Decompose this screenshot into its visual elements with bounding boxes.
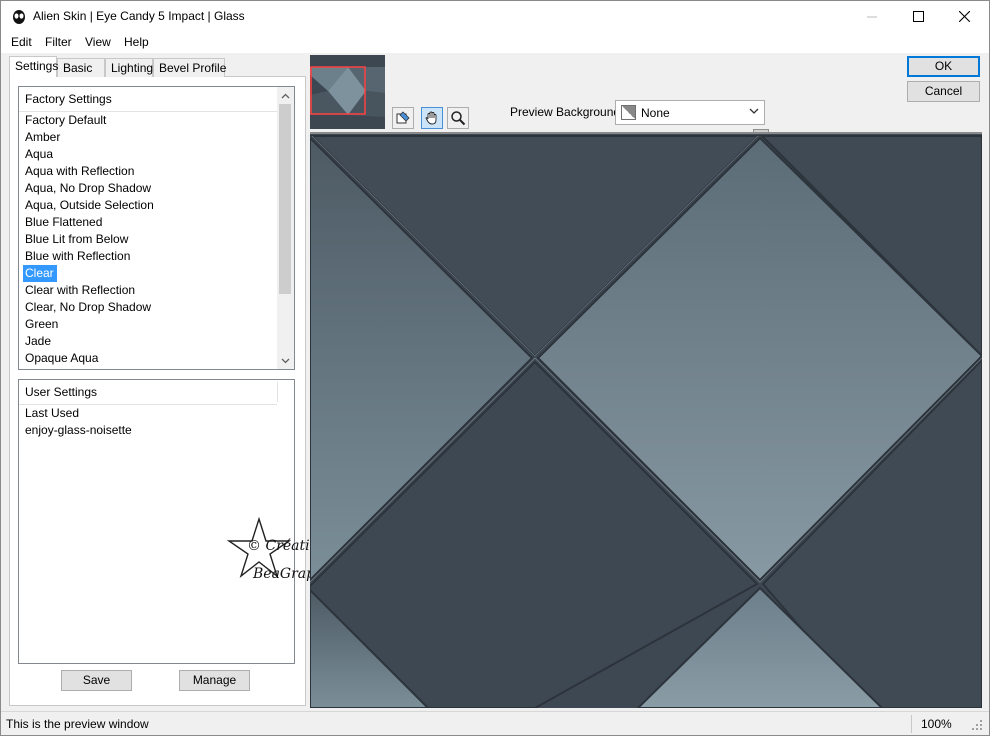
close-button[interactable] xyxy=(941,1,987,32)
scroll-down-button[interactable] xyxy=(277,352,294,369)
scroll-up-button[interactable] xyxy=(277,87,294,104)
window-title: Alien Skin | Eye Candy 5 Impact | Glass xyxy=(33,9,245,23)
list-item-label: Clear, No Drop Shadow xyxy=(25,300,152,314)
menu-bar: Edit Filter View Help xyxy=(1,32,989,53)
eyedropper-tool-button[interactable] xyxy=(392,107,414,129)
status-text: This is the preview window xyxy=(6,717,149,731)
list-item-label: Amber xyxy=(25,130,61,144)
preview-navigator-thumbnail[interactable] xyxy=(310,55,385,129)
minimize-button[interactable] xyxy=(849,1,895,32)
title-bar: Alien Skin | Eye Candy 5 Impact | Glass xyxy=(1,1,989,32)
list-item[interactable]: Clear xyxy=(23,265,279,282)
preview-image xyxy=(310,134,982,708)
list-item-label-selected: Clear xyxy=(23,265,57,282)
list-item-label: Aqua, Outside Selection xyxy=(25,198,154,212)
background-swatch-icon xyxy=(621,105,636,120)
menu-view[interactable]: View xyxy=(85,35,111,49)
list-item-label: Blue with Reflection xyxy=(25,249,131,263)
alien-skin-app-icon xyxy=(13,10,25,24)
list-item[interactable]: enjoy-glass-noisette xyxy=(23,422,279,439)
maximize-button[interactable] xyxy=(895,1,941,32)
minimize-icon xyxy=(867,16,877,17)
hand-tool-button[interactable] xyxy=(421,107,443,129)
list-item-label: Green xyxy=(25,317,59,331)
list-item[interactable]: Factory Default xyxy=(23,112,279,129)
list-item[interactable]: Aqua, Outside Selection xyxy=(23,197,279,214)
list-item-label: Opaque Aqua xyxy=(25,351,99,365)
menu-filter[interactable]: Filter xyxy=(45,35,72,49)
user-settings-items: Last Used enjoy-glass-noisette xyxy=(23,405,279,439)
maximize-icon xyxy=(912,11,924,22)
navigator-image xyxy=(310,55,385,129)
scroll-thumb[interactable] xyxy=(279,104,291,294)
eyedropper-icon xyxy=(396,111,410,124)
chevron-up-icon xyxy=(281,93,290,98)
eye-candy-window: Alien Skin | Eye Candy 5 Impact | Glass … xyxy=(0,0,990,736)
status-bar: This is the preview window 100% xyxy=(1,711,989,735)
list-item[interactable]: Clear, No Drop Shadow xyxy=(23,299,279,316)
list-item[interactable]: Blue Flattened xyxy=(23,214,279,231)
list-item[interactable]: Blue with Reflection xyxy=(23,248,279,265)
list-item-label: Aqua with Reflection xyxy=(25,164,135,178)
list-item-label: Aqua xyxy=(25,147,54,161)
menu-edit[interactable]: Edit xyxy=(11,35,32,49)
list-item[interactable]: Amber xyxy=(23,129,279,146)
list-item-label: Jade xyxy=(25,334,52,348)
factory-settings-items: Factory Default Amber Aqua Aqua with Reflec… xyxy=(23,112,279,367)
column-separator xyxy=(277,382,278,402)
list-item[interactable]: Clear with Reflection xyxy=(23,282,279,299)
preview-background-select[interactable]: None xyxy=(615,100,765,125)
chevron-down-icon xyxy=(749,108,759,114)
hand-icon xyxy=(425,111,437,125)
zoom-level: 100% xyxy=(921,717,952,731)
list-item[interactable]: Jade xyxy=(23,333,279,350)
list-item[interactable]: Aqua, No Drop Shadow xyxy=(23,180,279,197)
factory-list-scrollbar[interactable] xyxy=(277,87,294,369)
tab-lighting[interactable]: Lighting xyxy=(105,58,153,77)
user-settings-header: User Settings xyxy=(25,385,98,399)
factory-settings-header: Factory Settings xyxy=(25,92,112,106)
save-button[interactable]: Save xyxy=(61,670,132,691)
manage-button[interactable]: Manage xyxy=(179,670,250,691)
status-separator xyxy=(911,715,912,733)
list-item-label: Blue Flattened xyxy=(25,215,103,229)
list-item-label: Factory Default xyxy=(25,113,107,127)
close-icon xyxy=(958,11,970,22)
magnifier-icon xyxy=(451,111,466,126)
list-item[interactable]: Aqua xyxy=(23,146,279,163)
tab-settings[interactable]: Settings xyxy=(9,56,58,77)
list-item-label: Clear with Reflection xyxy=(25,283,136,297)
menu-help[interactable]: Help xyxy=(124,35,149,49)
factory-settings-list[interactable]: Factory Settings Factory Default Amber Aqu… xyxy=(18,86,295,370)
cancel-button[interactable]: Cancel xyxy=(907,81,980,102)
tab-basic[interactable]: Basic xyxy=(57,58,105,77)
zoom-tool-button[interactable] xyxy=(447,107,469,129)
list-item-label: Blue Lit from Below xyxy=(25,232,129,246)
tab-bevel-profile[interactable]: Bevel Profile xyxy=(153,58,226,77)
list-item[interactable]: Last Used xyxy=(23,405,279,422)
list-item[interactable]: Blue Lit from Below xyxy=(23,231,279,248)
resize-grip-icon[interactable] xyxy=(971,719,983,731)
list-item-label: Aqua, No Drop Shadow xyxy=(25,181,152,195)
preview-background-label: Preview Background: xyxy=(510,105,624,119)
list-item[interactable]: Green xyxy=(23,316,279,333)
ok-button[interactable]: OK xyxy=(907,56,980,77)
preview-window[interactable] xyxy=(310,132,982,708)
chevron-down-icon xyxy=(281,358,290,363)
list-item[interactable]: Aqua with Reflection xyxy=(23,163,279,180)
preview-background-value: None xyxy=(641,106,670,120)
list-item[interactable]: Opaque Aqua xyxy=(23,350,279,367)
